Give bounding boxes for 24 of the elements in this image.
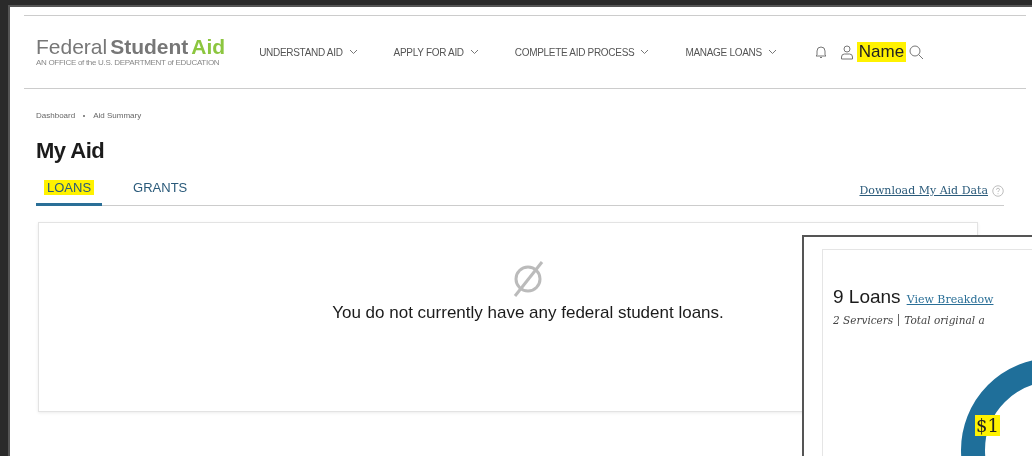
breadcrumb-item: Aid Summary — [93, 111, 142, 120]
chevron-down-icon — [469, 49, 479, 55]
separator — [898, 314, 900, 326]
breakdown-link[interactable]: View Breakdow — [906, 293, 994, 306]
chevron-down-icon — [640, 49, 650, 55]
user-name-link[interactable]: Name — [856, 42, 907, 62]
nav-menu-item[interactable]: UNDERSTAND AID — [259, 46, 358, 58]
nav-menu-item[interactable]: APPLY FOR AID — [393, 46, 479, 58]
tab[interactable]: GRANTS — [122, 178, 199, 206]
search-icon[interactable] — [908, 44, 925, 60]
loan-summary-text: 2 Servicers Total original a — [833, 314, 986, 326]
download-link[interactable]: Download My Aid Data — [859, 184, 988, 197]
chevron-down-icon — [348, 49, 358, 55]
user-icon[interactable] — [838, 44, 855, 60]
page-title: My Aid — [36, 138, 106, 164]
loan-count: 9 Loans — [833, 286, 901, 308]
site-logo[interactable]: Federal StudentAid AN OFFICE of the U.S. DEPARTMENT of EDUCATION — [36, 36, 226, 68]
breadcrumb-item[interactable]: Dashboard — [36, 111, 76, 120]
total-amount: $1 — [975, 415, 1000, 436]
chevron-down-icon — [767, 49, 777, 55]
empty-message: You do not currently have any federal student loans. — [332, 303, 724, 323]
tab[interactable]: LOANS — [36, 178, 103, 206]
nav-menu-item[interactable]: COMPLETE AID PROCESS — [514, 46, 650, 58]
nav-menu-item[interactable]: MANAGE LOANS — [685, 46, 777, 58]
